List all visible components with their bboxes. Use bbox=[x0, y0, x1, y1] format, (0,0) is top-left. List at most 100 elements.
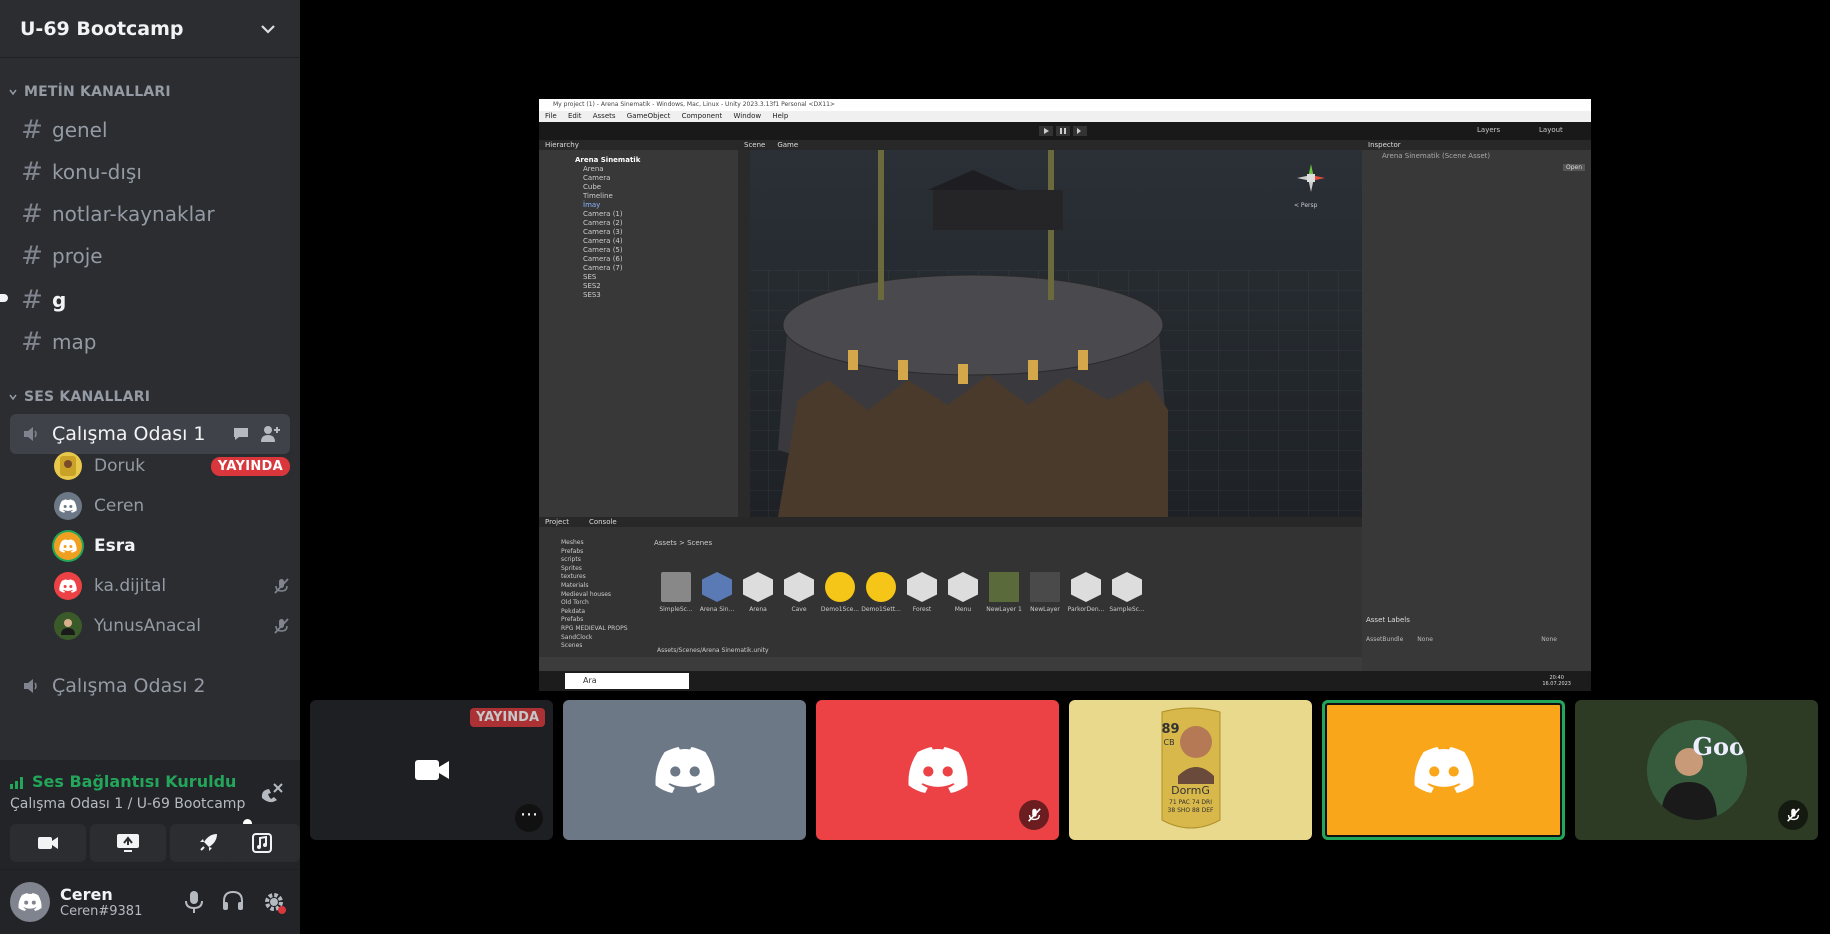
unity-scene-view: Scene Game < Persp bbox=[738, 140, 1362, 517]
tile-yunusanacal[interactable]: Goo bbox=[1575, 700, 1818, 840]
project-status-path: Assets/Scenes/Arena Sinematik.unity bbox=[657, 647, 769, 654]
folder-item: textures bbox=[561, 573, 586, 581]
voice-user-name: Esra bbox=[94, 536, 136, 556]
hierarchy-item: İmay bbox=[583, 201, 601, 209]
project-tab: Project bbox=[545, 518, 569, 526]
voice-user-yunusanacal[interactable]: YunusAnacal bbox=[54, 608, 290, 644]
hierarchy-item: Camera (4) bbox=[583, 237, 623, 245]
live-badge: YAYINDA bbox=[210, 456, 290, 476]
open-button: Open bbox=[1562, 164, 1585, 171]
card-stats: 38 SHO 88 DEF bbox=[1167, 807, 1214, 814]
avatar bbox=[54, 492, 82, 520]
tile-stream-preview[interactable]: YAYINDA ⋯ bbox=[310, 700, 553, 840]
menu-edit: Edit bbox=[567, 112, 582, 120]
hierarchy-item: Cube bbox=[583, 183, 602, 191]
microphone-icon[interactable] bbox=[184, 890, 204, 914]
voice-user-name: YunusAnacal bbox=[94, 616, 201, 636]
voice-user-doruk[interactable]: Doruk YAYINDA bbox=[54, 448, 290, 484]
tile-ka-dijital[interactable] bbox=[816, 700, 1059, 840]
user-display-name: Ceren bbox=[60, 885, 113, 904]
voice-user-name: Doruk bbox=[94, 456, 146, 476]
taskbar-clock: 20:40 16.07.2023 bbox=[1542, 675, 1571, 687]
channel-notlar-kaynaklar[interactable]: # notlar-kaynaklar bbox=[12, 194, 290, 234]
user-avatar[interactable] bbox=[10, 882, 50, 922]
hash-icon: # bbox=[21, 241, 43, 271]
asset-item: NewLayer 1 bbox=[984, 572, 1024, 613]
player-card-avatar: 89 CB DormG 71 PAC 74 DRI 38 SHO 88 DEF bbox=[1152, 700, 1230, 840]
menu-file: File bbox=[545, 112, 557, 120]
asset-item: Menu bbox=[943, 572, 983, 613]
hierarchy-item: Camera (3) bbox=[583, 228, 623, 236]
voice-channel-calisma-odasi-2[interactable]: Çalışma Odası 2 bbox=[10, 666, 290, 706]
hierarchy-item: Camera (7) bbox=[583, 264, 623, 272]
discord-logo-icon bbox=[59, 539, 77, 553]
asset-item: Demo1Sett... bbox=[861, 572, 901, 613]
voice-category-header[interactable]: SES KANALLARI bbox=[0, 389, 150, 405]
folder-item: Pekdata bbox=[561, 607, 586, 615]
unity-title-bar: My project (1) - Arena Sinematik - Windo… bbox=[539, 99, 1591, 111]
game-tab: Game bbox=[777, 141, 799, 149]
tile-doruk[interactable]: 89 CB DormG 71 PAC 74 DRI 38 SHO 88 DEF bbox=[1069, 700, 1312, 840]
folder-item: Prefabs bbox=[561, 547, 584, 555]
channel-proje[interactable]: # proje bbox=[12, 236, 290, 276]
folder-item: Prefabs bbox=[561, 616, 584, 624]
user-tag: Ceren#9381 bbox=[60, 904, 143, 919]
menu-window: Window bbox=[733, 112, 762, 120]
hierarchy-item: Camera (5) bbox=[583, 246, 623, 254]
folder-item: RPG MEDIEVAL PROPS bbox=[561, 624, 628, 632]
scene-render-image bbox=[738, 150, 1362, 517]
unity-project-panel: Project Console Meshes Prefabs scripts S… bbox=[539, 517, 1362, 657]
video-camera-icon bbox=[414, 760, 449, 780]
hierarchy-item: Camera (2) bbox=[583, 219, 623, 227]
voice-user-ceren[interactable]: Ceren bbox=[54, 488, 290, 524]
screen-share-icon bbox=[117, 834, 139, 852]
unity-toolbar: Layers Layout bbox=[539, 122, 1591, 140]
project-breadcrumb: Assets > Scenes bbox=[654, 539, 713, 547]
text-category-header[interactable]: METİN KANALLARI bbox=[0, 84, 171, 100]
hash-icon: # bbox=[21, 115, 43, 145]
voice-user-esra[interactable]: Esra bbox=[54, 528, 290, 564]
discord-logo-icon bbox=[654, 747, 715, 793]
voice-connection-status[interactable]: Ses Bağlantısı Kuruldu bbox=[10, 772, 236, 791]
headphones-icon[interactable] bbox=[222, 890, 244, 912]
asset-item: SampleSc... bbox=[1107, 572, 1147, 613]
chat-icon[interactable] bbox=[232, 425, 250, 443]
channel-map[interactable]: # map bbox=[12, 322, 290, 362]
voice-channel-path[interactable]: Çalışma Odası 1 / U-69 Bootcamp bbox=[10, 796, 245, 812]
screen-share-button[interactable] bbox=[90, 824, 166, 862]
asset-bundle-label: AssetBundle bbox=[1366, 636, 1404, 643]
server-name: U-69 Bootcamp bbox=[20, 17, 184, 40]
asset-variant-dropdown: None bbox=[1541, 636, 1557, 643]
screen-share-stream[interactable]: My project (1) - Arena Sinematik - Windo… bbox=[539, 99, 1591, 691]
folder-item: Old Torch bbox=[561, 599, 589, 607]
channel-name: g bbox=[52, 288, 67, 312]
channel-genel[interactable]: # genel bbox=[12, 110, 290, 150]
channel-sidebar: U-69 Bootcamp METİN KANALLARI # genel # … bbox=[0, 0, 300, 934]
inspector-tab: Inspector bbox=[1362, 140, 1591, 150]
tile-esra[interactable] bbox=[1322, 700, 1565, 840]
camera-button[interactable] bbox=[10, 824, 86, 862]
server-header[interactable]: U-69 Bootcamp bbox=[0, 0, 300, 58]
voice-user-ka-dijital[interactable]: ka.dijital bbox=[54, 568, 290, 604]
hierarchy-item: SES3 bbox=[583, 291, 601, 299]
invite-user-icon[interactable] bbox=[260, 425, 280, 443]
disconnect-icon[interactable] bbox=[258, 780, 284, 806]
channel-g[interactable]: # g bbox=[0, 280, 290, 320]
soundboard-button[interactable] bbox=[224, 824, 300, 862]
scene-tab: Scene bbox=[744, 141, 766, 149]
mic-muted-icon bbox=[1019, 800, 1049, 830]
voice-status-text: Ses Bağlantısı Kuruldu bbox=[32, 772, 237, 791]
hash-icon: # bbox=[21, 157, 43, 187]
soundboard-icon bbox=[252, 833, 272, 853]
tile-ceren[interactable] bbox=[563, 700, 806, 840]
channel-konu-disi[interactable]: # konu-dışı bbox=[12, 152, 290, 192]
voice-channel-name: Çalışma Odası 1 bbox=[52, 423, 206, 445]
more-options-icon[interactable]: ⋯ bbox=[515, 804, 543, 832]
mic-muted-icon bbox=[274, 618, 289, 634]
folder-item: Meshes bbox=[561, 539, 584, 546]
card-name: DormG bbox=[1171, 784, 1210, 797]
hash-icon: # bbox=[21, 199, 43, 229]
unity-hierarchy-panel: Hierarchy Arena Sinematik Arena Camera C… bbox=[539, 140, 738, 517]
settings-gear-icon[interactable] bbox=[262, 890, 286, 914]
asset-item: ParkorDen... bbox=[1066, 572, 1106, 613]
